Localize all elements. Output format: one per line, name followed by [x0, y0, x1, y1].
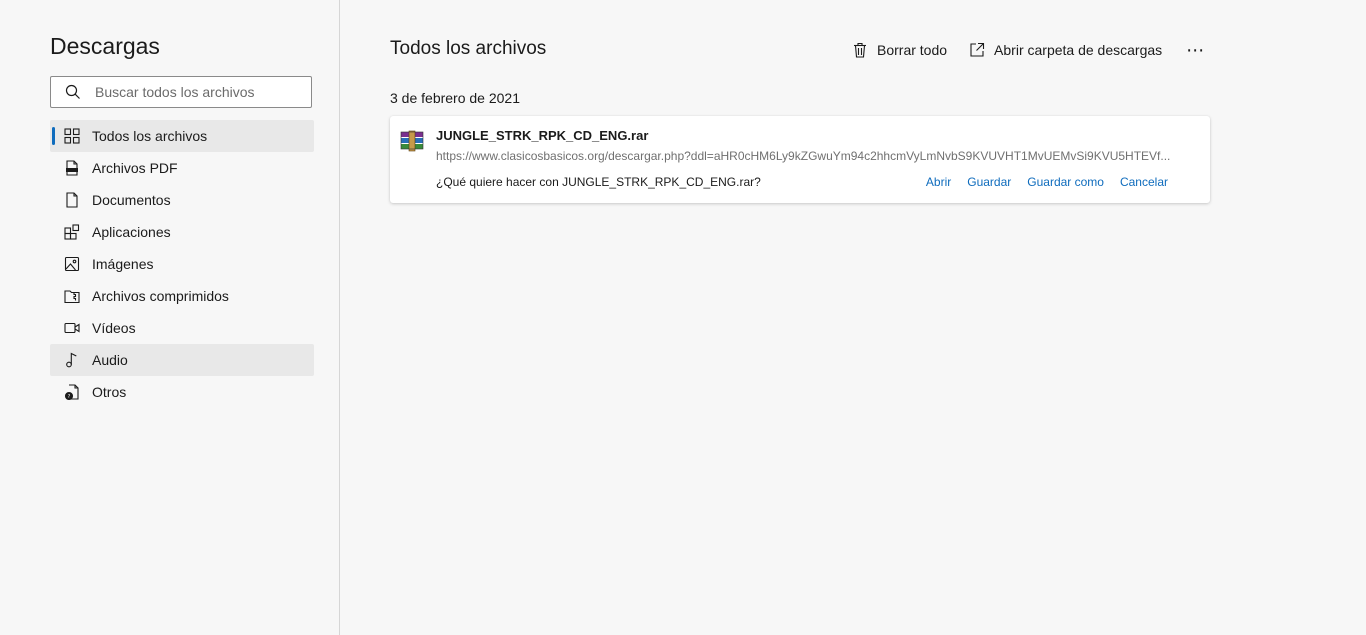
svg-text:?: ?	[68, 394, 71, 400]
sidebar-item-label: Audio	[92, 352, 128, 368]
video-icon	[63, 319, 81, 337]
sidebar-item-label: Otros	[92, 384, 127, 400]
open-folder-label: Abrir carpeta de descargas	[994, 42, 1163, 58]
more-options-button[interactable]: ⋯	[1184, 39, 1206, 61]
sidebar-item-label: Todos los archivos	[92, 128, 208, 144]
download-filename: JUNGLE_STRK_RPK_CD_ENG.rar	[436, 128, 649, 143]
download-actions: Abrir Guardar Guardar como Cancelar	[910, 175, 1168, 189]
trash-icon	[852, 42, 868, 58]
category-nav: Todos los archivos Archivos PDF Document…	[50, 120, 314, 408]
sidebar-item-others[interactable]: ? Otros	[50, 376, 314, 408]
sidebar-item-label: Aplicaciones	[92, 224, 171, 240]
sidebar-item-applications[interactable]: Aplicaciones	[50, 216, 314, 248]
main-content: Todos los archivos Borrar todo Abrir car…	[340, 0, 1366, 635]
sidebar-item-archives[interactable]: Archivos comprimidos	[50, 280, 314, 312]
open-downloads-folder-button[interactable]: Abrir carpeta de descargas	[969, 42, 1162, 58]
sidebar-item-label: Documentos	[92, 192, 171, 208]
downloads-page: Descargas Todos los archivos Archivos PD…	[0, 0, 1366, 635]
save-link[interactable]: Guardar	[967, 175, 1011, 189]
grid-icon	[63, 127, 81, 145]
clear-all-label: Borrar todo	[877, 42, 948, 58]
sidebar-item-pdf[interactable]: Archivos PDF	[50, 152, 314, 184]
sidebar-item-videos[interactable]: Vídeos	[50, 312, 314, 344]
archive-icon	[63, 287, 81, 305]
sidebar-item-label: Imágenes	[92, 256, 154, 272]
sidebar-item-images[interactable]: Imágenes	[50, 248, 314, 280]
section-title: Todos los archivos	[390, 38, 547, 59]
clear-all-button[interactable]: Borrar todo	[852, 42, 947, 58]
search-box[interactable]	[50, 76, 312, 108]
other-file-icon: ?	[63, 383, 81, 401]
search-input[interactable]	[95, 84, 295, 100]
search-icon	[65, 84, 81, 100]
toolbar: Borrar todo Abrir carpeta de descargas ⋯	[852, 38, 1206, 62]
download-url[interactable]: https://www.clasicosbasicos.org/descarga…	[436, 149, 1176, 163]
download-prompt: ¿Qué quiere hacer con JUNGLE_STRK_RPK_CD…	[436, 175, 761, 189]
open-link[interactable]: Abrir	[926, 175, 951, 189]
pdf-icon	[63, 159, 81, 177]
sidebar-item-label: Archivos PDF	[92, 160, 178, 176]
external-link-icon	[969, 42, 985, 58]
download-item: JUNGLE_STRK_RPK_CD_ENG.rar https://www.c…	[390, 116, 1210, 203]
apps-icon	[63, 223, 81, 241]
date-group-header: 3 de febrero de 2021	[390, 90, 520, 106]
sidebar-item-label: Archivos comprimidos	[92, 288, 229, 304]
image-icon	[63, 255, 81, 273]
winrar-archive-icon	[400, 130, 425, 152]
cancel-link[interactable]: Cancelar	[1120, 175, 1168, 189]
sidebar-item-label: Vídeos	[92, 320, 136, 336]
save-as-link[interactable]: Guardar como	[1027, 175, 1104, 189]
sidebar-item-audio[interactable]: Audio	[50, 344, 314, 376]
sidebar-item-all-files[interactable]: Todos los archivos	[50, 120, 314, 152]
page-title: Descargas	[50, 33, 160, 59]
sidebar: Descargas Todos los archivos Archivos PD…	[0, 0, 340, 635]
music-icon	[63, 351, 81, 369]
document-icon	[63, 191, 81, 209]
sidebar-item-documents[interactable]: Documentos	[50, 184, 314, 216]
